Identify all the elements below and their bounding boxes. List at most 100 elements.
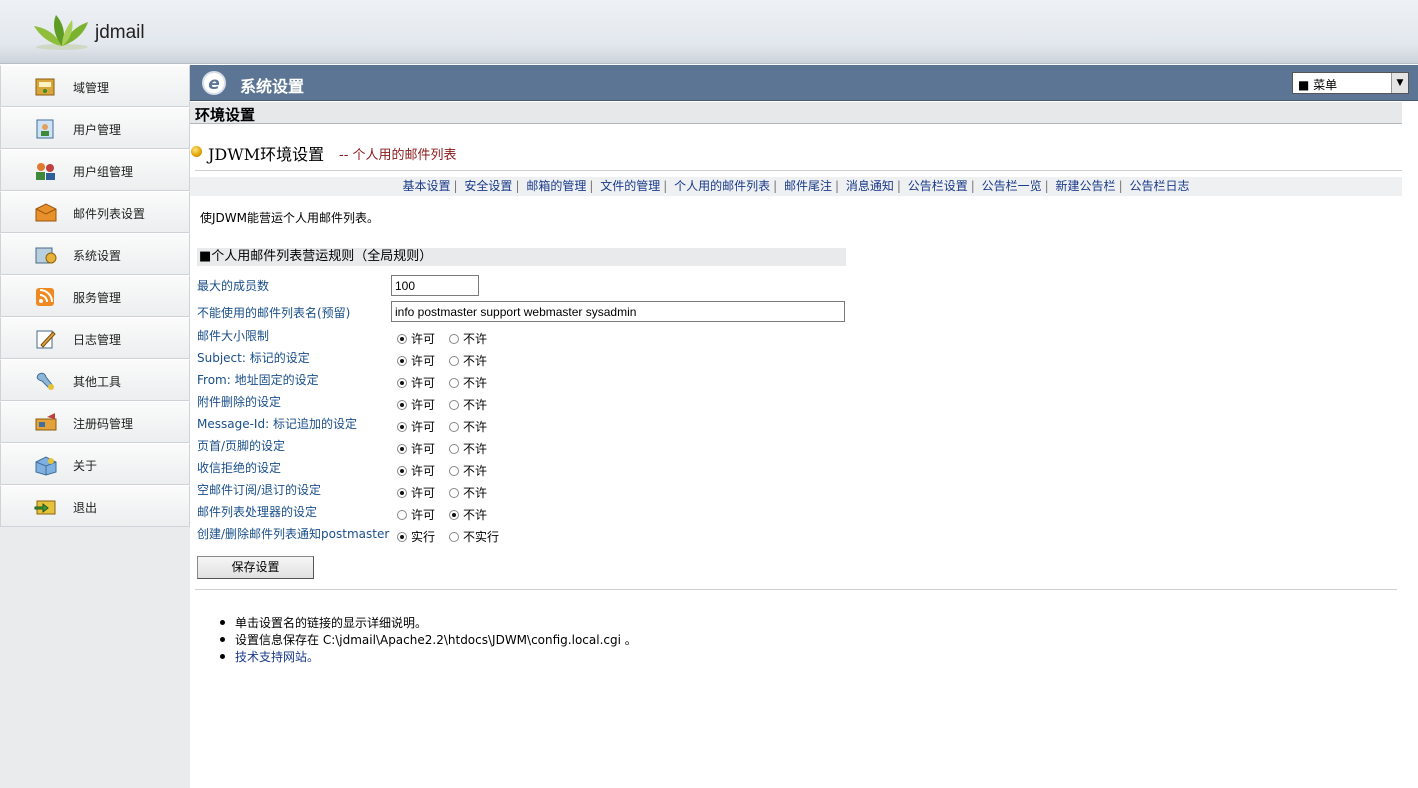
setting-label[interactable]: Subject: 标记的设定 [197, 349, 310, 366]
radio-option-allow[interactable]: 许可 [397, 506, 435, 523]
sidebar: 域管理 用户管理 用户组管理 邮件列表设置 系统设置 服务管理 日志管理 其他工… [0, 65, 190, 788]
setting-label[interactable]: 邮件列表处理器的设定 [197, 503, 317, 520]
nav-notifications[interactable]: 消息通知 [846, 179, 894, 193]
radio-button[interactable] [449, 400, 459, 410]
sidebar-item-domain[interactable]: 域管理 [0, 65, 190, 107]
page-description: 使JDWM能营运个人用邮件列表。 [200, 211, 379, 225]
radio-button[interactable] [397, 444, 407, 454]
setting-label[interactable]: 收信拒绝的设定 [197, 459, 281, 476]
nav-bulletin-log[interactable]: 公告栏日志 [1129, 179, 1189, 193]
page-header-title: 系统设置 [240, 77, 305, 96]
setting-label[interactable]: 页首/页脚的设定 [197, 437, 285, 454]
radio-button[interactable] [397, 356, 407, 366]
save-button[interactable]: 保存设置 [197, 556, 314, 579]
sidebar-item-label: 其他工具 [73, 375, 122, 389]
sidebar-item-tools[interactable]: 其他工具 [0, 359, 190, 401]
brand-name: jdmail [95, 22, 145, 43]
radio-option-deny[interactable]: 不许 [449, 506, 487, 523]
nav-personal-mailing-list[interactable]: 个人用的邮件列表 [674, 179, 770, 193]
radio-option-allow[interactable]: 许可 [397, 352, 435, 369]
radio-option-deny[interactable]: 不许 [449, 484, 487, 501]
radio-label: 许可 [411, 464, 436, 478]
radio-button[interactable] [449, 466, 459, 476]
nav-bulletin-list[interactable]: 公告栏一览 [982, 179, 1042, 193]
radio-option-deny[interactable]: 不许 [449, 462, 487, 479]
radio-option-allow[interactable]: 许可 [397, 462, 435, 479]
nav-basic-settings[interactable]: 基本设置 [403, 179, 451, 193]
system-settings-icon [35, 247, 57, 264]
radio-button[interactable] [397, 378, 407, 388]
radio-button[interactable] [397, 488, 407, 498]
radio-button[interactable] [397, 400, 407, 410]
sidebar-item-logs[interactable]: 日志管理 [0, 317, 190, 359]
radio-label: 实行 [411, 530, 436, 544]
radio-button[interactable] [397, 422, 407, 432]
max-members-label[interactable]: 最大的成员数 [197, 277, 269, 294]
menu-select[interactable]: ■ 菜单 ▼ [1292, 72, 1409, 94]
setting-label[interactable]: 创建/删除邮件列表通知postmaster [197, 525, 389, 542]
radio-label: 不实行 [463, 530, 500, 544]
radio-option-deny[interactable]: 不许 [449, 418, 487, 435]
radio-button[interactable] [397, 334, 407, 344]
radio-option-allow[interactable]: 许可 [397, 418, 435, 435]
radio-button[interactable] [397, 510, 407, 520]
radio-label: 不许 [463, 442, 488, 456]
radio-button[interactable] [397, 466, 407, 476]
logout-icon [34, 500, 56, 515]
setting-label[interactable]: 空邮件订阅/退订的设定 [197, 481, 321, 498]
radio-button[interactable] [449, 378, 459, 388]
radio-button[interactable] [449, 510, 459, 520]
radio-option-deny[interactable]: 不许 [449, 330, 487, 347]
sidebar-item-system-settings[interactable]: 系统设置 [0, 233, 190, 275]
radio-option-allow[interactable]: 实行 [397, 528, 435, 545]
tools-icon [36, 372, 54, 390]
nav-security-settings[interactable]: 安全设置 [464, 179, 512, 193]
radio-option-allow[interactable]: 许可 [397, 396, 435, 413]
setting-label[interactable]: Message-Id: 标记追加的设定 [197, 415, 357, 432]
radio-button[interactable] [449, 356, 459, 366]
sidebar-item-about[interactable]: 关于 [0, 443, 190, 485]
radio-option-deny[interactable]: 不许 [449, 396, 487, 413]
chevron-down-icon[interactable]: ▼ [1391, 73, 1408, 93]
radio-option-deny[interactable]: 不许 [449, 374, 487, 391]
setting-label[interactable]: 附件删除的设定 [197, 393, 281, 410]
support-site-link[interactable]: 技术支持网站。 [235, 650, 319, 664]
radio-option-allow[interactable]: 许可 [397, 374, 435, 391]
reserved-names-label[interactable]: 不能使用的邮件列表名(预留) [197, 304, 350, 321]
radio-option-allow[interactable]: 许可 [397, 484, 435, 501]
nav-new-bulletin[interactable]: 新建公告栏 [1056, 179, 1116, 193]
radio-label: 不许 [463, 398, 488, 412]
radio-button[interactable] [449, 532, 459, 542]
radio-option-allow[interactable]: 许可 [397, 440, 435, 457]
nav-bulletin-settings[interactable]: 公告栏设置 [908, 179, 968, 193]
sidebar-item-registration[interactable]: 注册码管理 [0, 401, 190, 443]
sidebar-item-label: 邮件列表设置 [73, 207, 146, 221]
setting-label[interactable]: From: 地址固定的设定 [197, 371, 319, 388]
sidebar-item-services[interactable]: 服务管理 [0, 275, 190, 317]
radio-option-deny[interactable]: 不许 [449, 352, 487, 369]
radio-label: 许可 [411, 486, 436, 500]
setting-label[interactable]: 邮件大小限制 [197, 327, 269, 344]
nav-mail-footer[interactable]: 邮件尾注 [784, 179, 832, 193]
radio-button[interactable] [449, 422, 459, 432]
sidebar-item-logout[interactable]: 退出 [0, 485, 190, 527]
sidebar-item-users[interactable]: 用户管理 [0, 107, 190, 149]
radio-option-deny[interactable]: 不许 [449, 440, 487, 457]
radio-option-deny[interactable]: 不实行 [449, 528, 499, 545]
max-members-input[interactable] [391, 275, 479, 296]
radio-option-allow[interactable]: 许可 [397, 330, 435, 347]
radio-label: 许可 [411, 398, 436, 412]
sidebar-item-label: 退出 [73, 501, 98, 515]
nav-mailbox-management[interactable]: 邮箱的管理 [526, 179, 586, 193]
radio-label: 不许 [463, 376, 488, 390]
sidebar-item-user-groups[interactable]: 用户组管理 [0, 149, 190, 191]
reserved-names-input[interactable] [391, 301, 845, 322]
radio-button[interactable] [449, 444, 459, 454]
radio-button[interactable] [449, 488, 459, 498]
radio-button[interactable] [397, 532, 407, 542]
radio-button[interactable] [449, 334, 459, 344]
sidebar-item-mailing-list[interactable]: 邮件列表设置 [0, 191, 190, 233]
radio-label: 许可 [411, 332, 436, 346]
sidebar-item-label: 日志管理 [73, 333, 122, 347]
nav-file-management[interactable]: 文件的管理 [600, 179, 660, 193]
